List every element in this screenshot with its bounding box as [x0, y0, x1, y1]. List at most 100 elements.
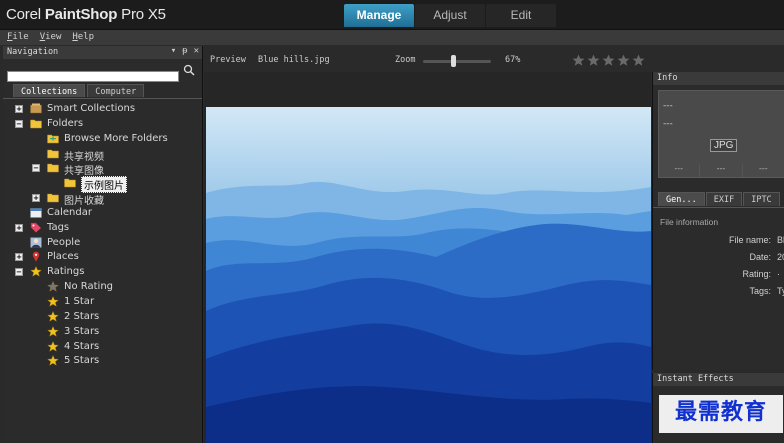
app-brand: Corel	[6, 6, 41, 23]
tree-item-label: Smart Collections	[47, 103, 136, 114]
tree-item[interactable]: − Folders	[3, 117, 202, 132]
rating-value[interactable]: ·	[777, 269, 780, 279]
tree-item-label: 5 Stars	[64, 355, 100, 367]
menu-view[interactable]: View	[33, 30, 66, 45]
star-icon	[30, 266, 42, 278]
folder-icon	[47, 149, 59, 158]
tree-item-label: Folders	[47, 117, 84, 129]
tree-item[interactable]: Browse More Folders	[3, 132, 202, 147]
tree-item[interactable]: 示例图片	[3, 176, 202, 194]
pin-icon[interactable]: ᵽ	[182, 46, 187, 56]
rating-star-icon[interactable]	[617, 54, 630, 67]
thumb-footer-3: ---	[743, 164, 784, 177]
navigation-title: Navigation	[7, 47, 59, 57]
preview-image[interactable]	[206, 107, 651, 443]
expand-icon[interactable]: +	[15, 253, 23, 262]
thumb-line-2: ---	[663, 119, 673, 129]
tree-item[interactable]: Calendar	[3, 206, 202, 221]
star-icon	[47, 340, 59, 352]
tree-item-label: Ratings	[47, 266, 85, 278]
tags-value[interactable]: Ty	[777, 286, 784, 296]
file-name-value: Bl	[777, 235, 784, 245]
tab-manage[interactable]: Manage	[344, 4, 414, 27]
tree-item[interactable]: No Rating	[3, 280, 202, 295]
tab-collections[interactable]: Collections	[13, 84, 86, 97]
tree-item[interactable]: + Tags	[3, 221, 202, 236]
tree-item-label: Places	[47, 251, 79, 263]
collapse-icon[interactable]: −	[15, 119, 23, 128]
search-input[interactable]	[7, 71, 179, 82]
preview-label: Preview	[210, 55, 246, 65]
panel-menu-icon[interactable]: ▾	[171, 46, 176, 56]
app-product: PaintShop	[44, 6, 118, 23]
tree-item[interactable]: 4 Stars	[3, 340, 202, 355]
rating-star-icon[interactable]	[632, 54, 645, 67]
navigation-tabs: Collections Computer	[13, 84, 146, 97]
tag-icon	[30, 222, 42, 233]
tab-iptc[interactable]: IPTC	[743, 192, 780, 206]
rating-star-icon[interactable]	[572, 54, 585, 67]
file-information-label: File information	[660, 217, 719, 227]
expand-icon[interactable]: +	[15, 105, 23, 113]
tree-item[interactable]: − 共享图像	[3, 161, 202, 178]
tree-item-label: 4 Stars	[64, 340, 100, 352]
info-tabs: Gen... EXIF IPTC	[658, 192, 781, 206]
collections-tree: + Smart Collections − Folders Browse More Fo…	[3, 98, 202, 443]
tree-item[interactable]: 5 Stars	[3, 354, 202, 369]
tree-item[interactable]: People	[3, 236, 202, 251]
tree-item[interactable]: + Places	[3, 250, 202, 265]
mode-tabs: Manage Adjust Edit	[344, 4, 557, 27]
tab-general[interactable]: Gen...	[658, 192, 705, 206]
folder-icon	[30, 119, 42, 129]
menu-file[interactable]: File	[0, 30, 33, 45]
tree-item[interactable]: 共享视频	[3, 147, 202, 163]
zoom-slider[interactable]	[423, 60, 491, 63]
collapse-icon[interactable]: −	[32, 164, 40, 173]
file-name-label: File name:	[728, 235, 771, 245]
tree-item-label: 图片收藏	[64, 196, 104, 208]
collapse-icon[interactable]: −	[15, 268, 23, 277]
close-icon[interactable]: ✕	[194, 46, 199, 56]
tab-computer[interactable]: Computer	[87, 84, 145, 97]
rating-star-icon[interactable]	[602, 54, 615, 67]
tree-item-label: 1 Star	[64, 295, 95, 307]
tab-exif[interactable]: EXIF	[705, 192, 743, 206]
navigation-panel: Navigation ▾ ᵽ ✕ Collections Computer + S…	[3, 46, 203, 443]
info-body: File information File name: Bl Date: 20 …	[653, 207, 784, 370]
tree-item[interactable]: + 图片收藏	[3, 191, 202, 208]
tree-item[interactable]: 3 Stars	[3, 325, 202, 340]
calendar-icon	[30, 208, 42, 218]
pin-icon	[32, 252, 40, 263]
thumb-line-1: ---	[663, 101, 673, 111]
app-title: Corel PaintShop Pro X5	[6, 6, 166, 23]
preview-area	[204, 72, 651, 443]
tree-item-label: 共享图像	[64, 166, 104, 178]
info-panel: Info --- --- JPG --- --- --- Gen... EXIF…	[652, 72, 784, 370]
rating-star-icon[interactable]	[587, 54, 600, 67]
tree-item[interactable]: + Smart Collections	[3, 102, 202, 117]
expand-icon[interactable]: +	[15, 223, 23, 232]
tree-item-label: No Rating	[64, 281, 114, 293]
zoom-value: 67%	[505, 55, 521, 65]
instant-effects-title: Instant Effects	[657, 374, 734, 384]
thumb-footer-1: ---	[658, 164, 701, 177]
zoom-slider-thumb[interactable]	[451, 55, 457, 67]
expand-icon[interactable]: +	[32, 194, 40, 203]
search-icon[interactable]	[183, 64, 195, 76]
smart-collections-icon	[30, 103, 42, 114]
title-bar: Corel PaintShop Pro X5 Manage Adjust Edi…	[0, 0, 784, 30]
instant-effects-header: Instant Effects	[653, 373, 784, 386]
tree-item[interactable]: 1 Star	[3, 295, 202, 310]
info-header: Info	[653, 72, 784, 85]
thumb-footer: --- --- ---	[658, 164, 784, 177]
tree-item-label: People	[47, 236, 81, 248]
tree-item[interactable]: − Ratings	[3, 265, 202, 280]
menu-help[interactable]: Help	[65, 30, 98, 45]
preview-toolbar: Preview Blue hills.jpg Zoom 67%	[205, 49, 651, 71]
rating-stars	[572, 54, 645, 67]
tree-item[interactable]: 2 Stars	[3, 310, 202, 325]
tab-adjust[interactable]: Adjust	[415, 4, 485, 27]
preview-filename: Blue hills.jpg	[258, 55, 330, 65]
folder-icon	[47, 164, 59, 173]
tab-edit[interactable]: Edit	[486, 4, 556, 27]
